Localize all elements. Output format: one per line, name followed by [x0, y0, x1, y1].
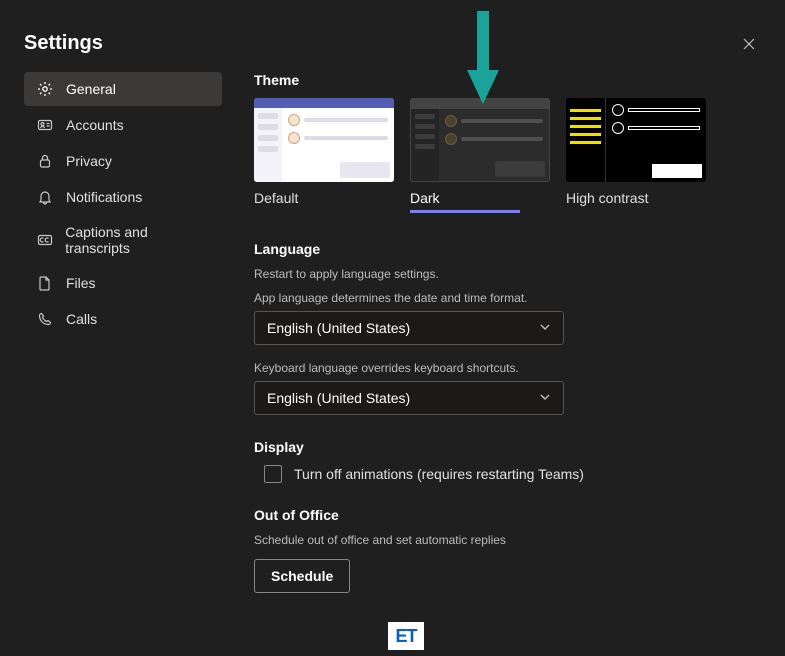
phone-icon [36, 310, 54, 328]
watermark-logo: ET [388, 622, 424, 650]
sidebar-item-label: Captions and transcripts [65, 224, 210, 256]
theme-option-default[interactable]: Default [254, 98, 394, 213]
settings-content: Theme Default Dark [222, 72, 785, 617]
app-language-label: App language determines the date and tim… [254, 291, 761, 305]
theme-option-high-contrast[interactable]: High contrast [566, 98, 706, 213]
settings-sidebar: General Accounts Privacy Notifications C [24, 72, 222, 617]
theme-label: Dark [410, 190, 520, 213]
keyboard-language-select[interactable]: English (United States) [254, 381, 564, 415]
sidebar-item-calls[interactable]: Calls [24, 302, 222, 336]
display-section-title: Display [254, 439, 761, 455]
out-of-office-section-title: Out of Office [254, 507, 761, 523]
sidebar-item-label: General [66, 81, 116, 97]
file-icon [36, 274, 54, 292]
sidebar-item-accounts[interactable]: Accounts [24, 108, 222, 142]
bell-icon [36, 188, 54, 206]
close-button[interactable] [737, 32, 761, 56]
language-section-title: Language [254, 241, 761, 257]
turn-off-animations-checkbox[interactable] [264, 465, 282, 483]
theme-preview-dark [410, 98, 550, 182]
theme-preview-high-contrast [566, 98, 706, 182]
chevron-down-icon [539, 390, 551, 406]
keyboard-language-label: Keyboard language overrides keyboard sho… [254, 361, 761, 375]
theme-preview-default [254, 98, 394, 182]
sidebar-item-label: Accounts [66, 117, 124, 133]
sidebar-item-files[interactable]: Files [24, 266, 222, 300]
sidebar-item-label: Privacy [66, 153, 112, 169]
sidebar-item-notifications[interactable]: Notifications [24, 180, 222, 214]
language-restart-hint: Restart to apply language settings. [254, 267, 761, 281]
theme-label: High contrast [566, 190, 706, 210]
app-language-value: English (United States) [267, 320, 410, 336]
sidebar-item-captions[interactable]: Captions and transcripts [24, 216, 222, 264]
id-card-icon [36, 116, 54, 134]
theme-option-dark[interactable]: Dark [410, 98, 550, 213]
cc-icon [36, 231, 53, 249]
turn-off-animations-label: Turn off animations (requires restarting… [294, 466, 584, 482]
sidebar-item-general[interactable]: General [24, 72, 222, 106]
app-language-select[interactable]: English (United States) [254, 311, 564, 345]
page-title: Settings [24, 32, 103, 55]
out-of-office-description: Schedule out of office and set automatic… [254, 533, 761, 547]
sidebar-item-label: Calls [66, 311, 97, 327]
lock-icon [36, 152, 54, 170]
sidebar-item-label: Notifications [66, 189, 142, 205]
close-icon [741, 36, 757, 52]
keyboard-language-value: English (United States) [267, 390, 410, 406]
sidebar-item-label: Files [66, 275, 96, 291]
gear-icon [36, 80, 54, 98]
theme-section-title: Theme [254, 72, 761, 88]
sidebar-item-privacy[interactable]: Privacy [24, 144, 222, 178]
schedule-button[interactable]: Schedule [254, 559, 350, 593]
theme-label: Default [254, 190, 394, 210]
chevron-down-icon [539, 320, 551, 336]
